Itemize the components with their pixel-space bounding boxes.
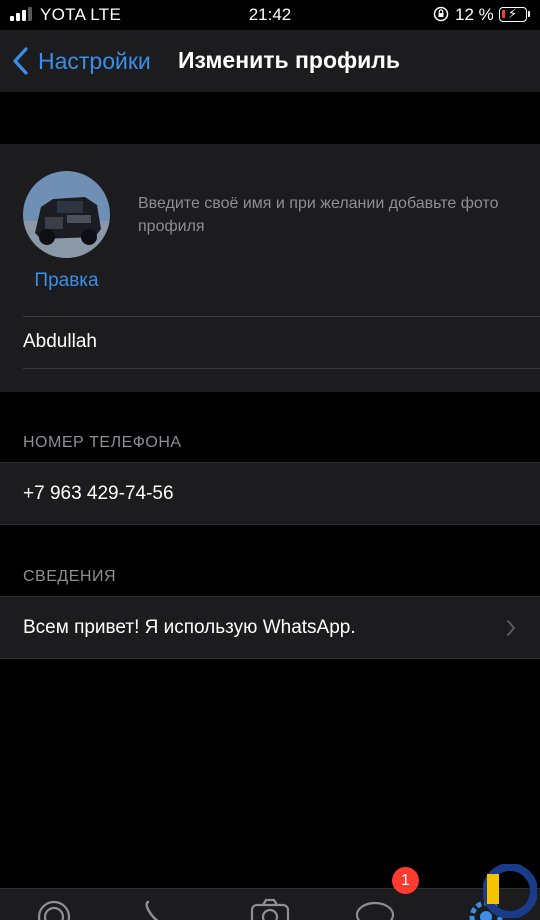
status-bar: YOTA LTE 21:42 12 % ⚡ (0, 0, 540, 30)
avatar[interactable] (23, 171, 110, 258)
page-title: Изменить профиль (178, 47, 401, 73)
back-button-label: Настройки (38, 47, 151, 74)
navigation-bar: Настройки Изменить профиль (0, 30, 540, 92)
about-text: Всем привет! Я использую WhatsApp. (23, 616, 356, 638)
watermark-logo-icon (483, 864, 537, 918)
camera-icon[interactable] (250, 897, 290, 920)
divider (23, 368, 540, 369)
phone-section-header: НОМЕР ТЕЛЕФОНА (23, 434, 182, 451)
tab-bar (0, 888, 540, 920)
rotation-lock-icon (433, 6, 449, 22)
phone-number-row: +7 963 429-74-56 (0, 462, 540, 525)
phone-number: +7 963 429-74-56 (23, 482, 174, 504)
chevron-right-icon (507, 620, 515, 636)
back-button[interactable]: Настройки (10, 44, 151, 78)
status-icon[interactable] (34, 897, 74, 920)
profile-card: Правка Введите своё имя и при желании до… (0, 144, 540, 392)
battery-percent: 12 % (455, 5, 494, 24)
chevron-left-icon (13, 47, 28, 75)
name-input[interactable]: Abdullah (0, 317, 540, 367)
battery-icon: ⚡ (499, 6, 530, 22)
edit-photo-button[interactable]: Правка (23, 270, 110, 292)
calls-icon[interactable] (140, 897, 180, 920)
profile-hint-text: Введите своё имя и при желании добавьте … (138, 195, 499, 235)
chats-badge: 1 (392, 867, 419, 894)
about-row[interactable]: Всем привет! Я использую WhatsApp. (0, 596, 540, 659)
about-section-header: СВЕДЕНИЯ (23, 568, 117, 585)
chats-icon[interactable] (355, 897, 399, 920)
